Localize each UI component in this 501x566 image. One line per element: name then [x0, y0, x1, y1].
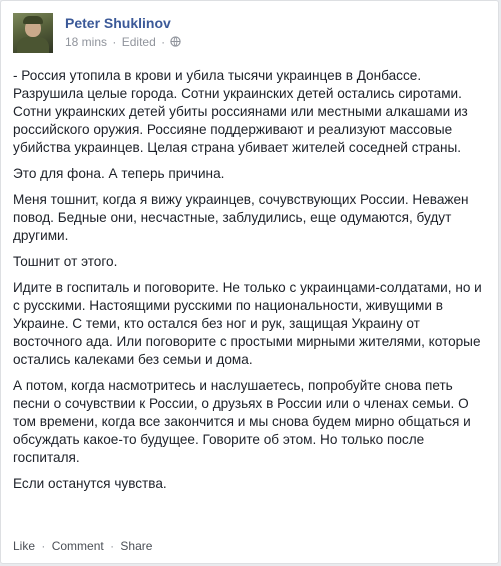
post-paragraph: Тошнит от этого.: [13, 254, 118, 269]
meta-separator: ·: [112, 35, 117, 49]
comment-button[interactable]: Comment: [52, 539, 104, 553]
post-paragraph: А потом, когда насмотритесь и наслушаете…: [13, 378, 471, 465]
action-separator: ·: [41, 539, 46, 553]
avatar-cap-shape: [23, 16, 43, 24]
post-meta: 18 mins · Edited ·: [65, 35, 182, 49]
avatar-body-shape: [17, 37, 49, 53]
meta-separator: ·: [161, 35, 166, 49]
share-button[interactable]: Share: [120, 539, 152, 553]
action-separator: ·: [110, 539, 115, 553]
post-paragraph: Идите в госпиталь и поговорите. Не тольк…: [13, 280, 482, 367]
post-actions: Like · Comment · Share: [13, 539, 152, 553]
author-name[interactable]: Peter Shuklinov: [65, 15, 171, 31]
post-paragraph: Меня тошнит, когда я вижу украинцев, соч…: [13, 192, 469, 243]
post-paragraph: Это для фона. А теперь причина.: [13, 166, 225, 181]
avatar[interactable]: [13, 13, 53, 53]
post-paragraph: - Россия утопила в крови и убила тысячи …: [13, 68, 468, 155]
globe-icon[interactable]: [170, 36, 182, 47]
like-button[interactable]: Like: [13, 539, 35, 553]
post-text: - Россия утопила в крови и убила тысячи …: [13, 67, 491, 501]
post-card: Peter Shuklinov 18 mins · Edited · - Рос…: [0, 0, 499, 564]
post-time[interactable]: 18 mins: [65, 35, 107, 49]
edited-label[interactable]: Edited: [122, 35, 156, 49]
post-paragraph: Если останутся чувства.: [13, 476, 167, 491]
